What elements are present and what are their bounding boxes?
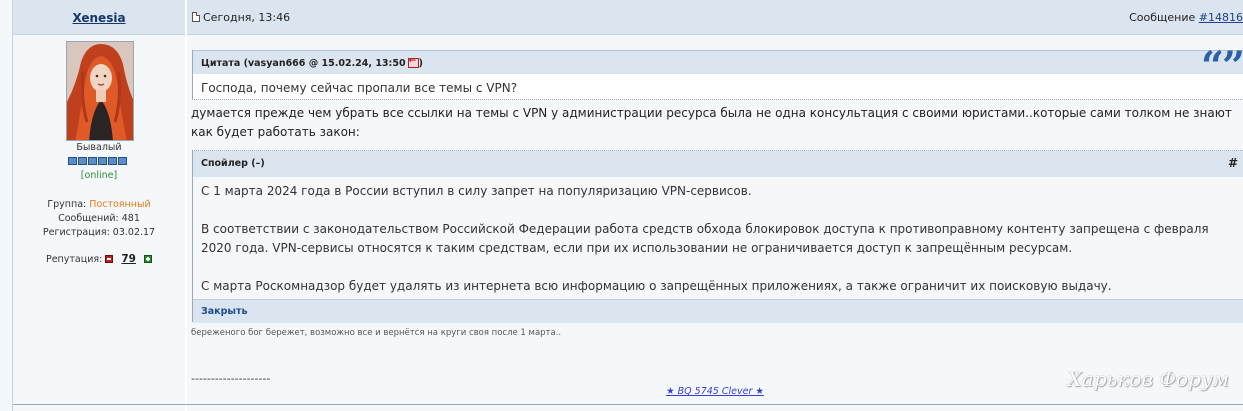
rank-pips [68,157,127,165]
rank-pip-icon [68,157,77,165]
rank-pip-icon [108,157,117,165]
post-date: Сегодня, 13:46 [203,11,291,24]
spoiler-paragraph: С 1 марта 2024 года в России вступил в с… [201,184,752,198]
spoiler-paragraph: В соответствии с законодательством Росси… [201,222,1209,255]
quote-text: Господа, почему сейчас пропали все темы … [201,81,518,95]
avatar-image [67,42,133,140]
separator-line: -------------------- [191,372,271,385]
rank-pip-icon [88,157,97,165]
quote-title-close: ) [418,58,423,69]
quote-title-text: Цитата (vasyan666 @ 15.02.24, 13:50 [201,58,406,69]
group-label: Группа: [47,199,87,210]
message-label: Сообщение [1129,11,1199,24]
spoiler-title[interactable]: Спойлер (–) [201,158,265,169]
quote-block: Цитата (vasyan666 @ 15.02.24, 13:50) “” … [192,47,1243,100]
spoiler-close-button[interactable]: Закрыть [201,306,248,317]
quote-source-icon[interactable] [407,56,419,68]
post-bottom-border [13,404,1243,405]
quote-header: Цитата (vasyan666 @ 15.02.24, 13:50) “” [193,47,1243,87]
rank-pip-icon [98,157,107,165]
spoiler-hash-link[interactable]: # [1228,156,1238,170]
reputation-minus-icon[interactable] [105,255,114,263]
post-body-text: думается прежде чем убрать все ссылки на… [191,106,1232,139]
forum-post: Xenesia Бывалый [online] Группа: Постоян… [0,0,1243,411]
rank-pip-icon [78,157,87,165]
message-number-link[interactable]: #14816 [1199,11,1243,24]
quote-marks-icon: “” [1200,43,1243,90]
username-link[interactable]: Xenesia [13,11,185,25]
online-status: [online] [80,170,118,181]
user-registered: Регистрация: 03.02.17 [42,227,156,238]
spoiler-block: Спойлер (–) # С 1 марта 2024 года в Росс… [192,150,1243,323]
message-number: Сообщение #14816 [1129,11,1243,24]
group-value: Постоянный [89,199,151,210]
reputation-label: Репутация: [45,254,103,265]
user-rank: Бывалый [76,142,122,153]
reputation-plus-icon[interactable] [144,255,153,263]
reputation-value[interactable]: 79 [121,253,136,265]
user-avatar[interactable] [66,41,134,141]
spoiler-body: С 1 марта 2024 года в России вступил в с… [201,182,1237,315]
spoiler-footer: Закрыть [193,299,1243,323]
user-info: Группа: Постоянный Сообщений: 481 Регист… [13,198,185,240]
post-header: Сегодня, 13:46 Сообщение #14816 [187,0,1243,35]
quote-title: Цитата (vasyan666 @ 15.02.24, 13:50) [201,56,423,69]
device-link[interactable]: ★ BQ 5745 Clever ★ [666,386,764,397]
rank-pip-icon [118,157,127,165]
user-signature: береженого бог бережет, возможно все и в… [191,328,562,338]
user-header: Xenesia [13,0,185,35]
column-divider [185,0,187,411]
post-document-icon [192,12,200,22]
spoiler-paragraph: С марта Роскомнадзор будет удалять из ин… [201,279,1112,293]
spoiler-header[interactable]: Спойлер (–) # [193,151,1243,177]
user-group: Группа: Постоянный [13,198,185,212]
reputation: Репутация: 79 [13,253,185,265]
forum-watermark: Харьков Форум [1067,367,1229,391]
user-posts: Сообщений: 481 [58,213,140,224]
